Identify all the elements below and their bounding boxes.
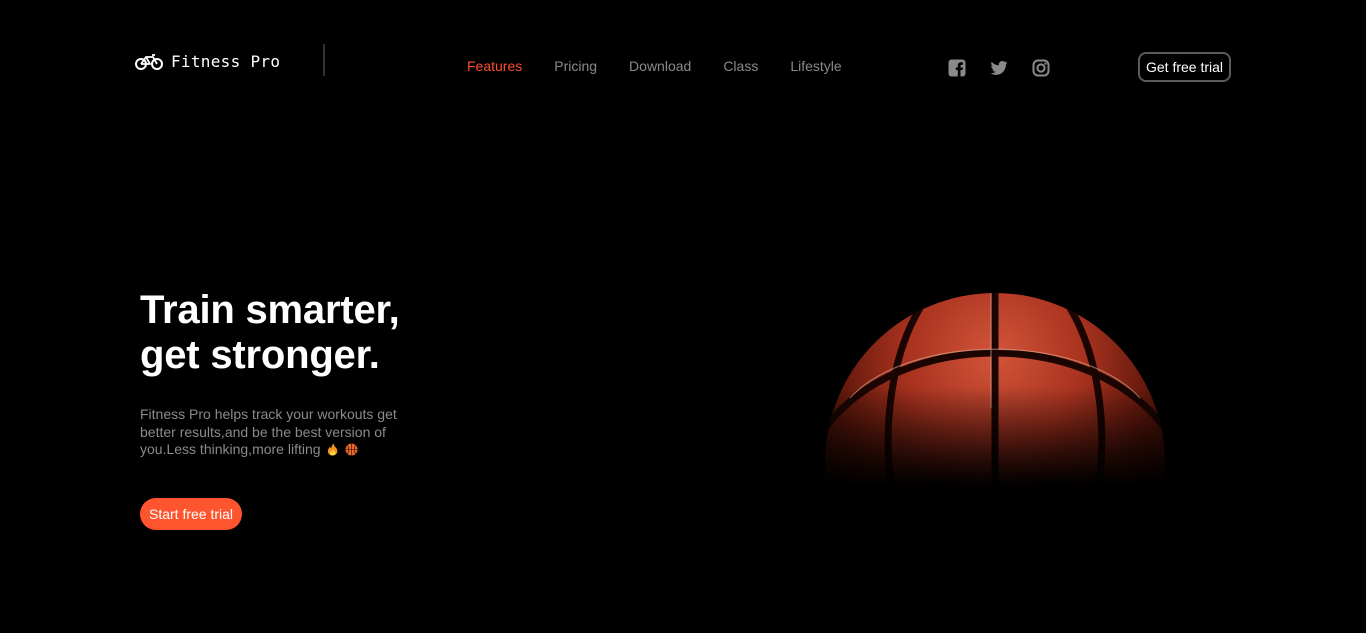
nav-link-download[interactable]: Download: [629, 58, 691, 74]
start-free-trial-button[interactable]: Start free trial: [140, 498, 242, 530]
nav-link-pricing[interactable]: Pricing: [554, 58, 597, 74]
hero-title-line-1: Train smarter,: [140, 288, 400, 332]
basketball-image: [820, 288, 1170, 508]
hero-section: Train smarter, get stronger. Fitness Pro…: [140, 288, 460, 459]
nav-link-lifestyle[interactable]: Lifestyle: [790, 58, 841, 74]
brand-name: Fitness Pro: [171, 52, 281, 71]
navbar: Fitness Pro Features Pricing Download Cl…: [0, 0, 1366, 130]
main-nav: Features Pricing Download Class Lifestyl…: [467, 58, 874, 74]
basketball-emoji: [345, 443, 358, 456]
hero-title-line-2: get stronger.: [140, 333, 380, 377]
twitter-icon[interactable]: [990, 59, 1008, 77]
hero-title: Train smarter, get stronger.: [140, 288, 460, 378]
get-free-trial-button[interactable]: Get free trial: [1138, 52, 1231, 82]
nav-link-features[interactable]: Features: [467, 58, 522, 74]
bicycle-icon: [135, 53, 163, 70]
brand-logo[interactable]: Fitness Pro: [135, 52, 280, 71]
nav-link-class[interactable]: Class: [723, 58, 758, 74]
instagram-icon[interactable]: [1032, 59, 1050, 77]
fire-emoji: [328, 443, 338, 456]
hero-description: Fitness Pro helps track your workouts ge…: [140, 406, 400, 459]
social-links: [948, 59, 1074, 77]
facebook-icon[interactable]: [948, 59, 966, 77]
logo-divider: [323, 44, 325, 76]
